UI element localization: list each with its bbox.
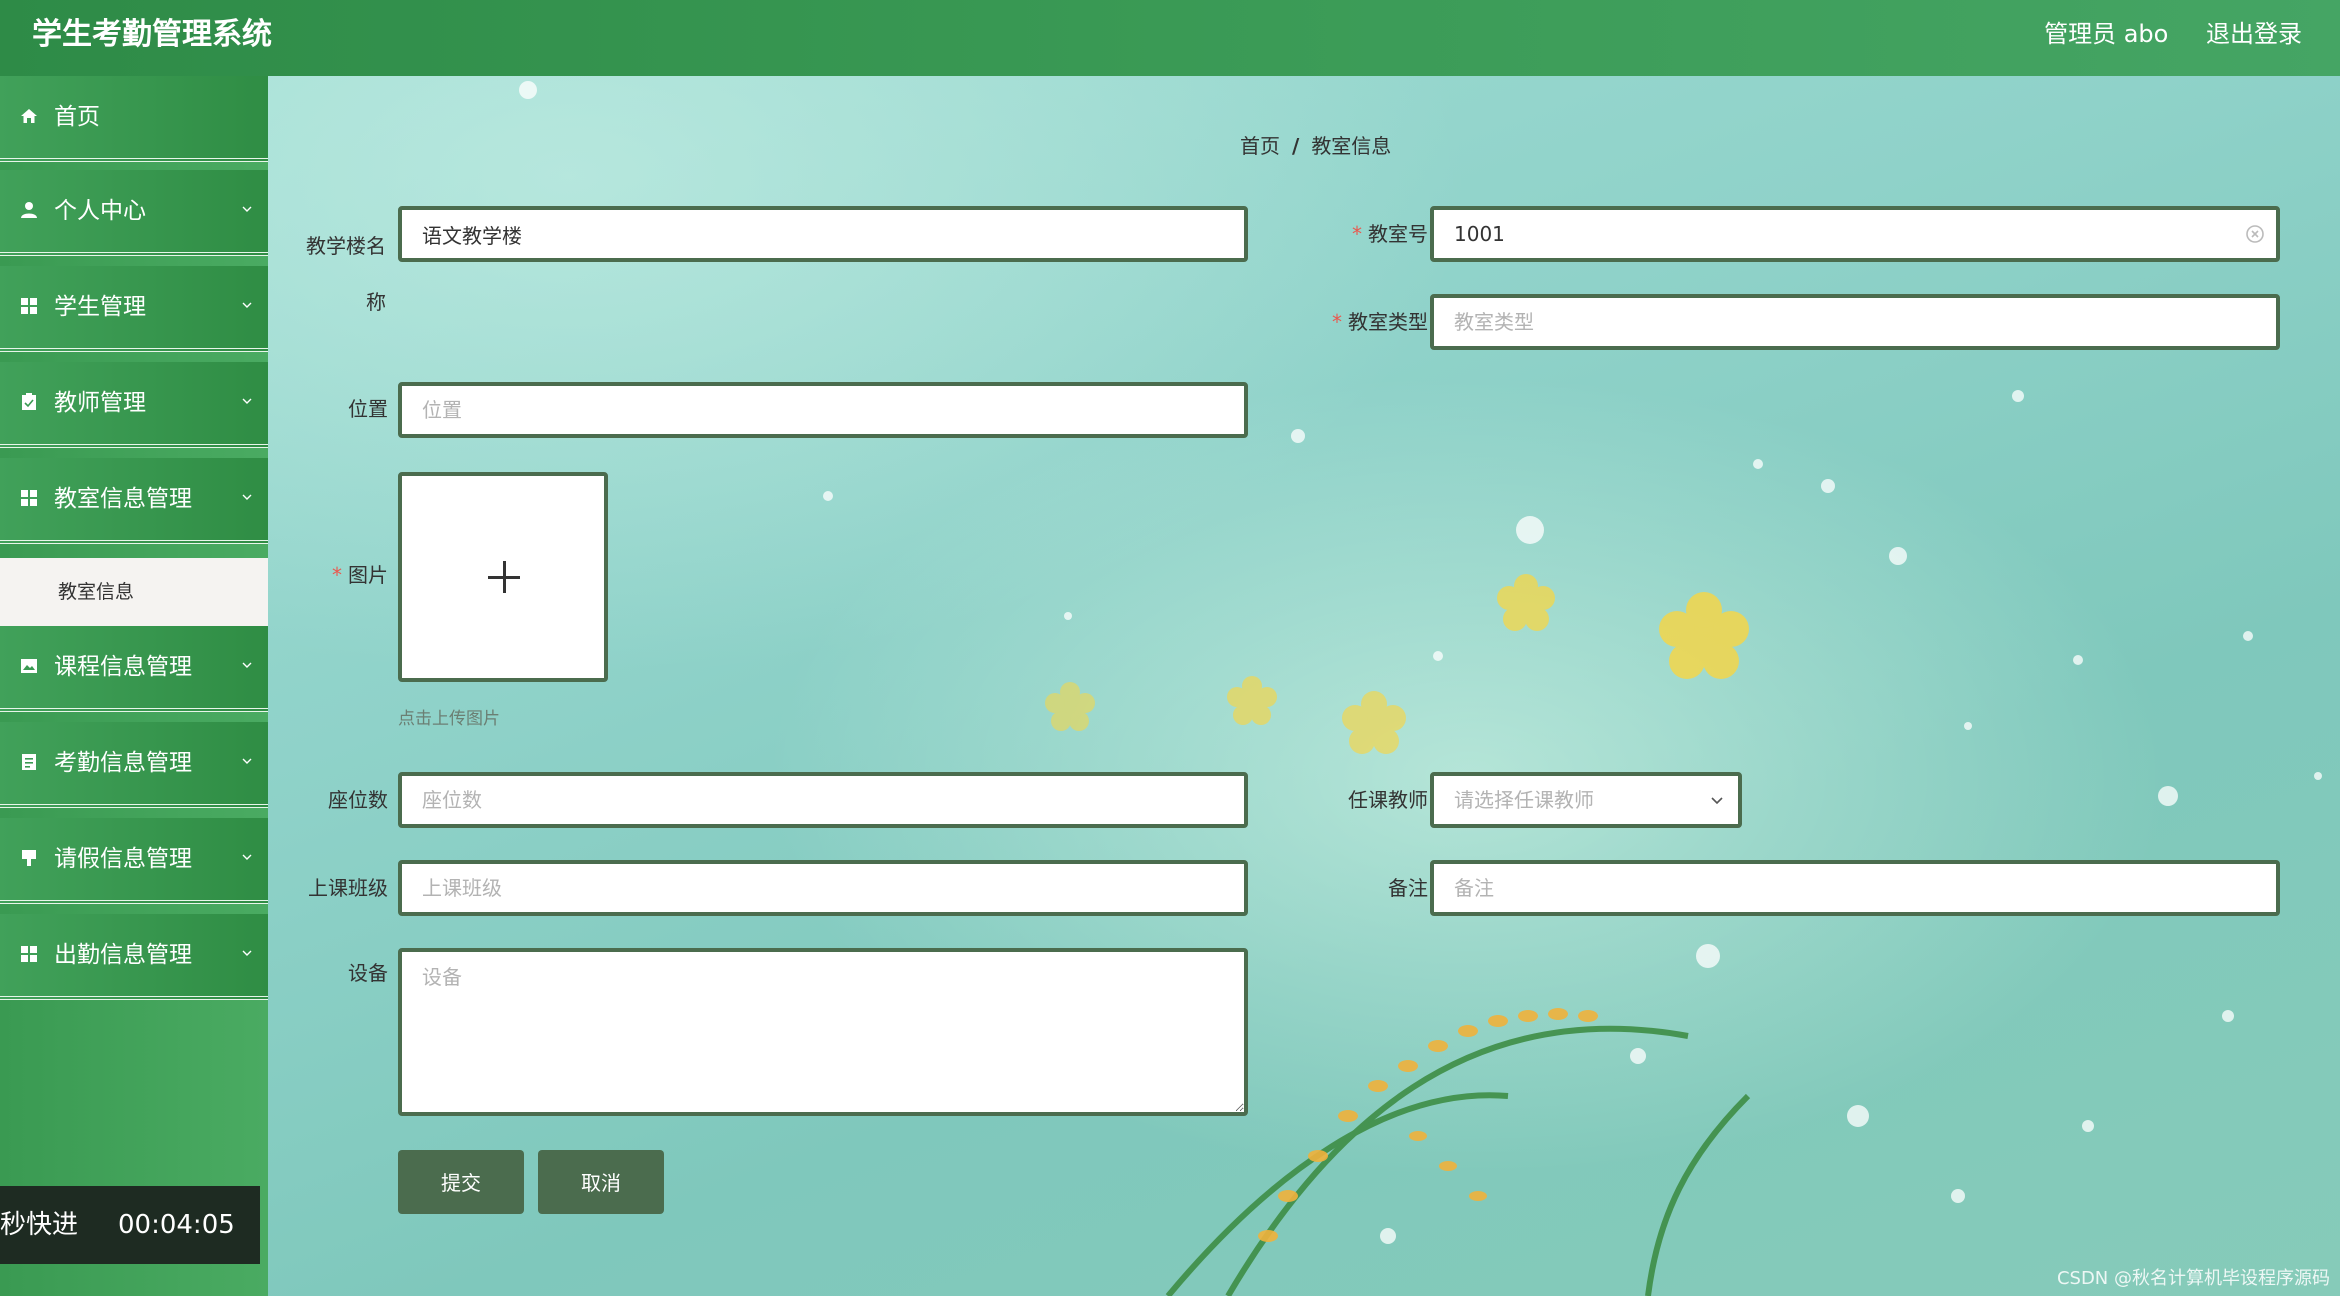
room-type-input[interactable] — [1430, 294, 2280, 350]
sidebar-item-label: 教师管理 — [54, 390, 146, 416]
sidebar-item-personal-center[interactable]: 个人中心 — [0, 170, 268, 256]
grid-icon — [21, 298, 37, 314]
current-user[interactable]: 管理员 abo — [2044, 20, 2168, 48]
seats-input[interactable] — [398, 772, 1248, 828]
sidebar-item-presence-management[interactable]: 出勤信息管理 — [0, 914, 268, 1000]
room-type-label-text: 教室类型 — [1348, 310, 1428, 334]
seats-label: 座位数 — [328, 788, 388, 812]
remark-label: 备注 — [1388, 876, 1428, 900]
required-mark: * — [1332, 310, 1342, 334]
equipment-label: 设备 — [348, 961, 388, 985]
logout-link[interactable]: 退出登录 — [2206, 20, 2302, 48]
room-type-label: * 教室类型 — [1308, 307, 1428, 337]
list-icon — [22, 754, 36, 770]
required-mark: * — [1352, 222, 1362, 246]
clipboard-icon — [22, 393, 36, 410]
image-label-text: 图片 — [348, 563, 388, 587]
home-icon — [21, 109, 37, 123]
room-no-label: * 教室号 — [1308, 219, 1428, 249]
upload-tip: 点击上传图片 — [398, 709, 500, 729]
sidebar-item-label: 首页 — [54, 104, 100, 130]
chevron-down-icon — [242, 206, 252, 212]
chevron-down-icon — [242, 950, 252, 956]
top-bar: 学生考勤管理系统 管理员 abo 退出登录 — [0, 0, 2340, 76]
sidebar-item-label: 课程信息管理 — [54, 654, 192, 680]
chevron-down-icon — [242, 662, 252, 668]
building-label-text: 教学楼名称 — [306, 234, 386, 314]
grid-icon — [21, 946, 37, 962]
video-speed-overlay: 秒快进 00:04:05 — [0, 1186, 260, 1264]
image-icon — [21, 659, 37, 673]
sidebar-item-label: 学生管理 — [54, 294, 146, 320]
plus-icon-vertical — [503, 561, 506, 593]
class-group-input[interactable] — [398, 860, 1248, 916]
watermark: CSDN @秋名计算机毕设程序源码 — [2056, 1268, 2330, 1289]
chevron-up-icon — [242, 494, 252, 500]
room-no-input[interactable] — [1430, 206, 2280, 262]
sidebar-item-leave-management[interactable]: 请假信息管理 — [0, 818, 268, 904]
user-icon — [21, 202, 37, 218]
chevron-down-icon — [242, 758, 252, 764]
main-content: 首页/教室信息 教学楼名称 *教室号 *教室类型 位置 *图片 点击上传图片 座… — [268, 76, 2340, 1296]
location-label: 位置 — [348, 397, 388, 421]
chevron-down-icon[interactable] — [1710, 794, 1724, 808]
equipment-textarea[interactable] — [398, 948, 1248, 1116]
breadcrumb: 首页 / 教室信息 — [1240, 126, 1391, 166]
sidebar: 首页 个人中心 学生管理 教师管理 教室信息管理 教室信息 课程信息管理 考勤信… — [0, 76, 268, 1296]
required-mark: * — [332, 563, 342, 587]
location-input[interactable] — [398, 382, 1248, 438]
submit-button[interactable]: 提交 — [398, 1150, 524, 1214]
sidebar-item-attendance-management[interactable]: 考勤信息管理 — [0, 722, 268, 808]
sidebar-item-label: 考勤信息管理 — [54, 750, 192, 776]
teacher-label: 任课教师 — [1348, 788, 1428, 812]
sidebar-item-label: 出勤信息管理 — [54, 942, 192, 968]
building-name-input[interactable] — [398, 206, 1248, 262]
playback-time: 00:04:05 — [118, 1210, 235, 1240]
sidebar-item-course-management[interactable]: 课程信息管理 — [0, 626, 268, 712]
sidebar-item-label: 教室信息管理 — [54, 486, 192, 512]
app-title: 学生考勤管理系统 — [32, 17, 272, 52]
clear-icon[interactable] — [2244, 223, 2266, 245]
chevron-down-icon — [242, 398, 252, 404]
room-no-label-text: 教室号 — [1368, 222, 1428, 246]
chevron-down-icon — [242, 302, 252, 308]
breadcrumb-current: 教室信息 — [1311, 134, 1392, 158]
sidebar-item-label: 个人中心 — [54, 198, 146, 224]
breadcrumb-separator: / — [1292, 134, 1300, 158]
remark-input[interactable] — [1430, 860, 2280, 916]
sidebar-subitem-classroom-info[interactable]: 教室信息 — [0, 558, 268, 626]
teacher-select[interactable] — [1430, 772, 1742, 828]
cancel-button[interactable]: 取消 — [538, 1150, 664, 1214]
breadcrumb-home[interactable]: 首页 — [1240, 134, 1280, 158]
grid-icon — [21, 490, 37, 506]
top-right-actions: 管理员 abo 退出登录 — [2014, 0, 2302, 68]
sidebar-item-classroom-management[interactable]: 教室信息管理 — [0, 458, 268, 544]
bookmark-icon — [22, 850, 36, 866]
sidebar-item-label: 请假信息管理 — [54, 846, 192, 872]
sidebar-item-home[interactable]: 首页 — [0, 76, 268, 162]
fast-forward-label: 秒快进 — [0, 1210, 79, 1240]
chevron-down-icon — [242, 854, 252, 860]
image-label: * 图片 — [268, 560, 388, 590]
building-label: 教学楼名称 — [268, 218, 386, 330]
sidebar-item-student-management[interactable]: 学生管理 — [0, 266, 268, 352]
class-group-label: 上课班级 — [308, 876, 388, 900]
image-upload-box[interactable] — [398, 472, 608, 682]
sidebar-item-teacher-management[interactable]: 教师管理 — [0, 362, 268, 448]
